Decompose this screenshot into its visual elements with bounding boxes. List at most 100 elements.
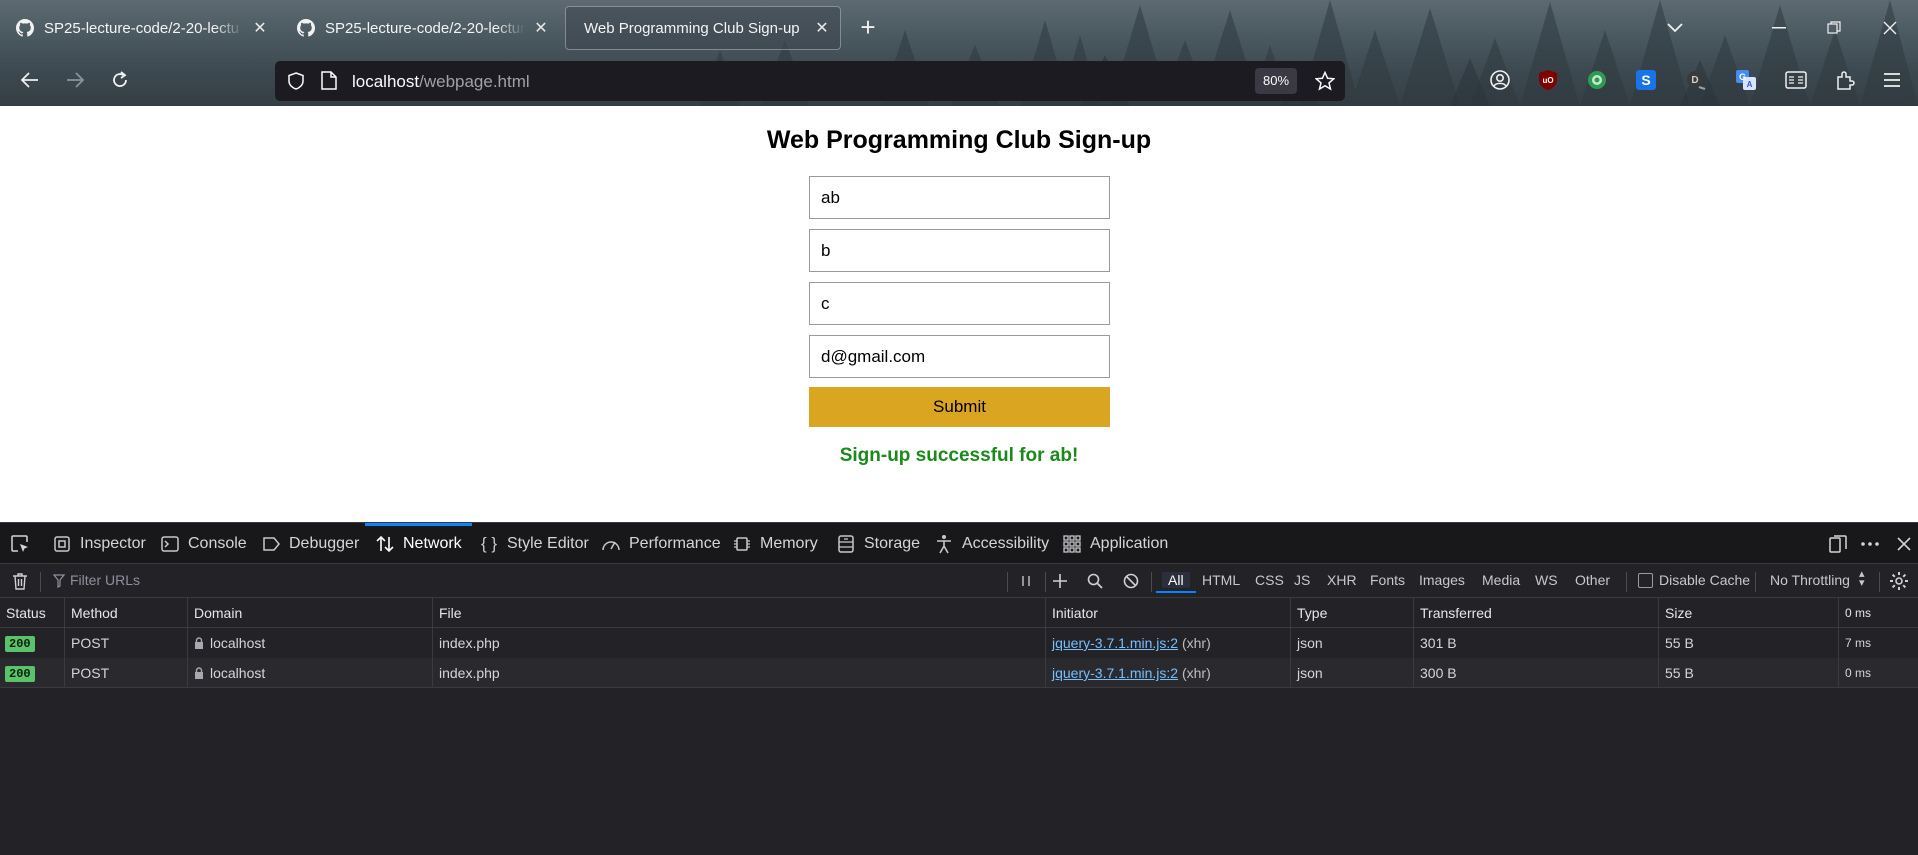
s-extension-icon[interactable]: S	[1630, 64, 1662, 96]
new-tab-icon[interactable]: +	[857, 14, 879, 42]
timing-cell: 7 ms	[1838, 628, 1918, 658]
table-row[interactable]: 200 POST localhost index.php jquery-3.7.…	[0, 628, 1918, 658]
minimize-icon[interactable]	[1761, 10, 1797, 46]
account-icon[interactable]	[1484, 64, 1516, 96]
filter-js[interactable]: JS	[1294, 572, 1310, 588]
more-options-icon[interactable]	[1856, 523, 1884, 565]
network-icon	[375, 534, 395, 554]
column-initiator[interactable]: Initiator	[1045, 598, 1290, 628]
column-domain[interactable]: Domain	[187, 598, 432, 628]
tab-label: Style Editor	[507, 535, 589, 552]
tab-label: Network	[403, 535, 462, 552]
disable-cache-checkbox[interactable]	[1638, 573, 1653, 588]
filter-images[interactable]: Images	[1419, 572, 1465, 588]
tab-label: Performance	[629, 535, 721, 552]
email-field[interactable]	[809, 335, 1110, 378]
dark-reader-icon[interactable]: D	[1680, 64, 1712, 96]
list-all-tabs-icon[interactable]	[1657, 10, 1693, 46]
column-transferred[interactable]: Transferred	[1413, 598, 1658, 628]
shield-icon[interactable]	[287, 72, 305, 90]
restore-icon[interactable]	[1816, 10, 1852, 46]
tab-style-editor[interactable]: { } Style Editor	[479, 523, 589, 565]
tab-application[interactable]: Application	[1062, 523, 1168, 565]
close-tab-icon[interactable]: ✕	[252, 20, 268, 37]
third-field[interactable]	[809, 282, 1110, 325]
element-picker-icon[interactable]	[10, 523, 30, 565]
zoom-badge[interactable]: 80%	[1255, 68, 1298, 94]
column-file[interactable]: File	[432, 598, 1045, 628]
page-icon[interactable]	[321, 71, 337, 90]
tab-console[interactable]: Console	[160, 523, 247, 565]
filter-all[interactable]: All	[1156, 572, 1196, 593]
responsive-design-icon[interactable]	[1824, 523, 1852, 565]
status-cell: 200	[0, 658, 64, 688]
close-devtools-icon[interactable]	[1890, 523, 1918, 565]
filter-html[interactable]: HTML	[1202, 572, 1240, 588]
reader-view-icon[interactable]	[1780, 64, 1812, 96]
column-size[interactable]: Size	[1658, 598, 1838, 628]
tab-label: Debugger	[289, 535, 360, 552]
trash-icon[interactable]	[9, 570, 31, 592]
separator	[1045, 572, 1046, 592]
add-icon[interactable]	[1049, 570, 1071, 592]
column-waterfall[interactable]: 0 ms	[1838, 598, 1918, 628]
tab-title: SP25-lecture-code/2-20-lectu	[44, 19, 240, 37]
tab-accessibility[interactable]: Accessibility	[934, 523, 1049, 565]
size-cell: 55 B	[1658, 658, 1838, 688]
tab-debugger[interactable]: Debugger	[261, 523, 359, 565]
column-status[interactable]: Status	[0, 598, 64, 628]
second-field[interactable]	[809, 229, 1110, 272]
memory-icon	[732, 534, 752, 554]
browser-tab-1[interactable]: SP25-lecture-code/2-20-lectu ✕	[6, 6, 278, 50]
browser-tab-2[interactable]: SP25-lecture-code/2-20-lecture ✕	[287, 6, 559, 50]
tab-label: Accessibility	[962, 535, 1050, 552]
bookmark-star-icon[interactable]	[1315, 71, 1335, 91]
github-icon	[297, 19, 315, 37]
block-icon[interactable]	[1120, 570, 1142, 592]
sync-extension-icon[interactable]	[1581, 64, 1613, 96]
throttling-select[interactable]: No Throttling	[1770, 572, 1850, 588]
tab-network[interactable]: Network	[365, 523, 472, 565]
gear-icon[interactable]	[1888, 570, 1910, 592]
translate-icon[interactable]: GA	[1730, 64, 1762, 96]
tab-storage[interactable]: Storage	[836, 523, 920, 565]
nav-bar: localhost/webpage.html 80% uO S D GA	[0, 55, 1918, 106]
initiator-link[interactable]: jquery-3.7.1.min.js:2	[1052, 635, 1178, 651]
search-icon[interactable]	[1084, 570, 1106, 592]
name-field[interactable]	[809, 176, 1110, 219]
svg-text:uO: uO	[1542, 76, 1553, 85]
column-type[interactable]: Type	[1290, 598, 1413, 628]
table-row[interactable]: 200 POST localhost index.php jquery-3.7.…	[0, 658, 1918, 688]
close-window-icon[interactable]	[1872, 10, 1908, 46]
filter-urls-input[interactable]: Filter URLs	[70, 572, 140, 588]
filter-fonts[interactable]: Fonts	[1370, 572, 1405, 588]
close-tab-icon[interactable]: ✕	[533, 20, 549, 37]
filter-xhr[interactable]: XHR	[1327, 572, 1357, 588]
pause-icon[interactable]	[1015, 570, 1037, 592]
back-icon[interactable]	[12, 63, 48, 97]
browser-tab-active[interactable]: Web Programming Club Sign-up ✕	[565, 6, 841, 50]
storage-icon	[836, 534, 856, 554]
extensions-icon[interactable]	[1829, 64, 1861, 96]
type-cell: json	[1290, 658, 1413, 688]
filter-css[interactable]: CSS	[1255, 572, 1284, 588]
forward-icon[interactable]	[57, 63, 93, 97]
menu-icon[interactable]	[1876, 64, 1908, 96]
domain-text: localhost	[210, 635, 266, 651]
tab-strip: SP25-lecture-code/2-20-lectu ✕ SP25-lect…	[0, 0, 1918, 55]
submit-button[interactable]: Submit	[809, 387, 1110, 427]
filter-other[interactable]: Other	[1575, 572, 1610, 588]
filter-ws[interactable]: WS	[1535, 572, 1558, 588]
tab-performance[interactable]: Performance	[601, 523, 721, 565]
filter-media[interactable]: Media	[1482, 572, 1520, 588]
close-tab-icon[interactable]: ✕	[814, 20, 830, 37]
url-text[interactable]: localhost/webpage.html	[352, 72, 530, 92]
reload-icon[interactable]	[102, 63, 138, 97]
column-method[interactable]: Method	[64, 598, 187, 628]
domain-text: localhost	[210, 665, 266, 681]
ublock-origin-icon[interactable]: uO	[1532, 64, 1564, 96]
initiator-link[interactable]: jquery-3.7.1.min.js:2	[1052, 665, 1178, 681]
tab-inspector[interactable]: Inspector	[52, 523, 146, 565]
tab-memory[interactable]: Memory	[732, 523, 818, 565]
url-bar[interactable]: localhost/webpage.html 80%	[275, 61, 1345, 101]
